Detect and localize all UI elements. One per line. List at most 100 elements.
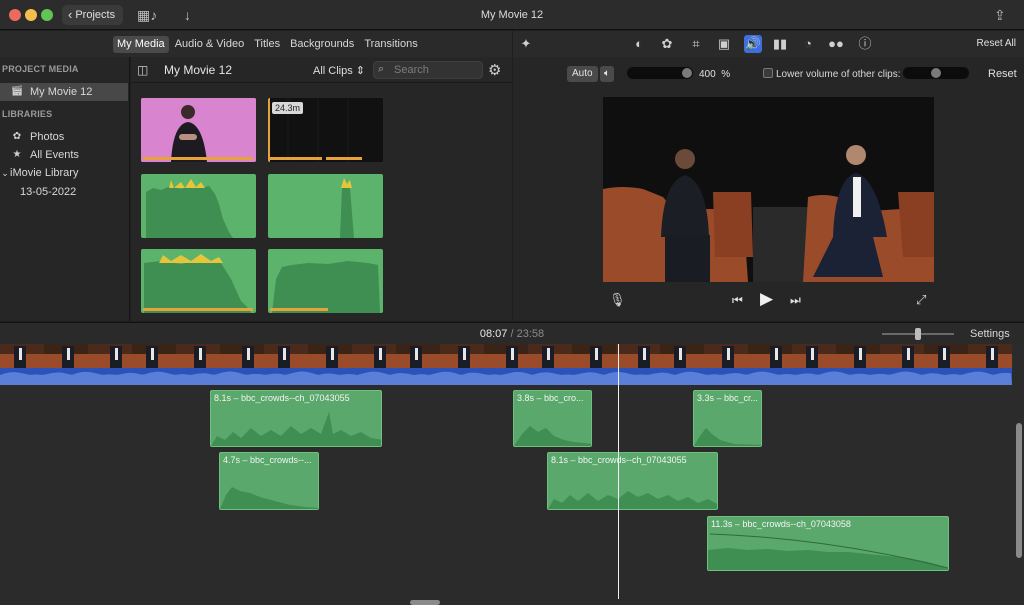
share-icon[interactable]: ⇪: [994, 5, 1006, 25]
zoom-window-button[interactable]: [41, 9, 53, 21]
timeline-settings-button[interactable]: Settings: [970, 328, 1010, 340]
speed-gauge-icon[interactable]: ◔: [799, 35, 817, 53]
lower-volume-slider[interactable]: [903, 67, 969, 79]
search-input[interactable]: [394, 63, 480, 77]
color-palette-icon[interactable]: ✿: [658, 35, 676, 53]
reset-all-button[interactable]: Reset All: [977, 38, 1016, 49]
sidebar-item-my-movie[interactable]: 🎬︎ My Movie 12: [0, 83, 128, 101]
reset-button[interactable]: Reset: [988, 68, 1017, 80]
volume-slider-knob[interactable]: [682, 68, 692, 78]
media-thumbnail-audio[interactable]: [268, 174, 383, 238]
media-thumbnail-video-dark[interactable]: 24.3m: [268, 98, 383, 162]
filmstrip-frame: [616, 344, 660, 368]
audio-clip[interactable]: 3.8s – bbc_cro...: [513, 390, 592, 447]
libraries-sidebar: PROJECT MEDIA 🎬︎ My Movie 12 LIBRARIES ✿…: [0, 57, 130, 321]
volume-percent-unit: %: [721, 69, 731, 80]
lower-volume-checkbox[interactable]: [763, 68, 773, 78]
filmstrip-frame: [792, 344, 836, 368]
playhead[interactable]: [618, 344, 619, 599]
time-separator: /: [510, 328, 514, 340]
audio-clip-label: 8.1s – bbc_crowds--ch_07043055: [214, 393, 350, 403]
horizontal-scrollbar[interactable]: [410, 600, 440, 605]
video-preview-frame: [603, 97, 934, 282]
audio-clip-waveform: [708, 533, 948, 570]
used-range-bar: [270, 157, 322, 160]
media-thumbnail-audio[interactable]: [141, 249, 256, 313]
current-time: 08:07: [479, 328, 508, 340]
sidebar-item-all-events[interactable]: ★ All Events: [0, 146, 128, 164]
fullscreen-icon[interactable]: ⤢: [916, 292, 926, 308]
video-filmstrip[interactable]: [0, 344, 1012, 368]
disclosure-chevron-icon[interactable]: ⌄: [0, 164, 10, 182]
filmstrip-frame: [968, 344, 1012, 368]
search-field[interactable]: ⌕: [373, 61, 483, 79]
audio-clip[interactable]: 11.3s – bbc_crowds--ch_07043058: [707, 516, 949, 571]
filmstrip-frame: [704, 344, 748, 368]
sidebar-item-event-date[interactable]: 13-05-2022: [0, 183, 128, 201]
libraries-heading: LIBRARIES: [2, 109, 53, 119]
skip-back-icon[interactable]: ⏮︎: [732, 293, 743, 308]
audio-clip-waveform: [211, 412, 381, 446]
clip-filter-select[interactable]: All Clips ⇕: [313, 64, 365, 77]
project-media-heading: PROJECT MEDIA: [2, 64, 79, 74]
waveform-graphic: [144, 254, 251, 313]
browser-tab-bar: My Media Audio & Video Titles Background…: [0, 31, 512, 57]
stabilization-camera-icon[interactable]: ▣: [715, 35, 733, 53]
skip-forward-icon[interactable]: ⏭︎: [790, 293, 801, 308]
audio-clip[interactable]: 3.3s – bbc_cr...: [693, 390, 762, 447]
audio-clip[interactable]: 4.7s – bbc_crowds--...: [219, 452, 319, 510]
import-arrow-icon[interactable]: ↓: [184, 5, 191, 25]
mute-toggle-button[interactable]: 🔈︎: [600, 66, 614, 82]
play-icon[interactable]: ▶︎: [760, 289, 773, 309]
tab-titles[interactable]: Titles: [250, 36, 284, 53]
info-icon[interactable]: ⓘ: [856, 35, 874, 53]
sidebar-toggle-icon[interactable]: ◫: [137, 63, 148, 77]
close-window-button[interactable]: [9, 9, 21, 21]
viewer-pane: Auto 🔈︎ 400 % Lower volume of other clip…: [513, 57, 1024, 321]
media-thumbnail-audio[interactable]: [268, 249, 383, 313]
minimize-window-button[interactable]: [25, 9, 37, 21]
zoom-slider[interactable]: [882, 328, 954, 340]
vertical-scrollbar[interactable]: [1016, 423, 1022, 558]
waveform-graphic: [340, 178, 354, 238]
media-thumbnail-audio[interactable]: [141, 174, 256, 238]
tab-audio-video[interactable]: Audio & Video: [171, 36, 249, 53]
projects-button[interactable]: ‹ Projects: [62, 5, 124, 25]
zoom-slider-knob[interactable]: [915, 328, 921, 340]
tab-my-media[interactable]: My Media: [113, 36, 169, 53]
audio-clip-waveform: [220, 487, 318, 509]
volume-percent-readout: 400 %: [699, 69, 730, 80]
audio-clip[interactable]: 8.1s – bbc_crowds--ch_07043055: [210, 390, 382, 447]
timecode-readout: 08:07 / 23:58: [0, 328, 1024, 340]
audio-clip-waveform: [514, 426, 591, 446]
clip-filter-icon[interactable]: ●●: [827, 35, 845, 53]
microphone-icon[interactable]: 🎙︎: [609, 292, 626, 308]
tab-transitions[interactable]: Transitions: [360, 36, 421, 53]
total-time: 23:58: [516, 328, 545, 340]
timeline: 8.1s – bbc_crowds--ch_07043055 3.8s – bb…: [0, 344, 1024, 605]
lower-volume-slider-knob[interactable]: [931, 68, 941, 78]
media-filmstrip-icon[interactable]: ▦♪: [137, 5, 157, 25]
audio-clip[interactable]: 8.1s – bbc_crowds--ch_07043055: [547, 452, 718, 510]
tab-backgrounds[interactable]: Backgrounds: [286, 36, 358, 53]
primary-audio-waveform: [0, 371, 1012, 385]
primary-audio-track[interactable]: [0, 368, 1012, 385]
auto-volume-button[interactable]: Auto: [567, 66, 598, 82]
waveform-shape: [0, 371, 1012, 385]
equalizer-icon[interactable]: ▮▮: [771, 35, 789, 53]
title-bar: ‹ Projects ▦♪ ↓ My Movie 12 ⇪: [0, 0, 1024, 30]
filmstrip-frame: [0, 344, 44, 368]
filmstrip-frame: [924, 344, 968, 368]
sidebar-item-imovie-library[interactable]: ⌄ iMovie Library: [0, 164, 128, 182]
color-balance-icon[interactable]: ◐: [630, 35, 648, 53]
sidebar-item-label: 13-05-2022: [20, 186, 77, 198]
volume-slider[interactable]: [627, 67, 693, 79]
crop-icon[interactable]: ⌗: [687, 35, 705, 53]
volume-icon[interactable]: 🔊: [744, 35, 762, 53]
filmstrip-frame: [220, 344, 264, 368]
sidebar-item-photos[interactable]: ✿ Photos: [0, 128, 128, 146]
media-thumbnail-video-pink[interactable]: [141, 98, 256, 162]
magic-wand-icon[interactable]: ✦: [517, 35, 535, 53]
gear-icon[interactable]: ⚙: [488, 61, 501, 79]
preview-image: [603, 97, 934, 282]
